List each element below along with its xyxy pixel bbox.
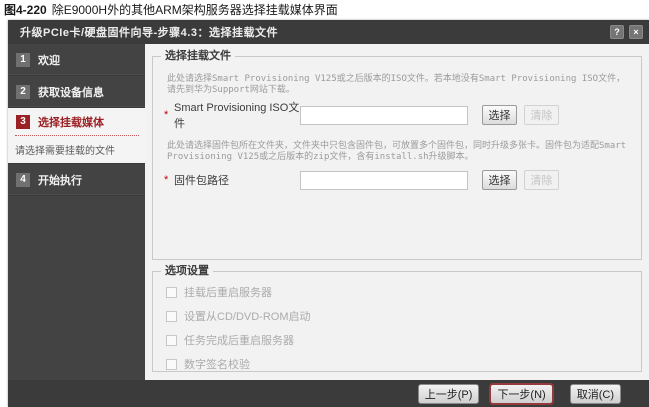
help-button[interactable]: ? [610,25,624,39]
figure-title: 除E9000H外的其他ARM架构服务器选择挂载媒体界面 [52,3,338,17]
checkbox-icon[interactable] [166,359,177,370]
next-button[interactable]: 下一步(N) [490,384,552,404]
file-select-group: 选择挂载文件 此处请选择Smart Provisioning V125或之后版本… [152,56,642,260]
step-label: 选择挂载媒体 [38,114,104,130]
checkbox-row-boot-from-cddvd: 设置从CD/DVD-ROM启动 [166,304,641,328]
step-dotted-divider [15,135,139,136]
step-label: 开始执行 [38,172,82,188]
checkbox-icon[interactable] [166,311,177,322]
page: 图4-220 除E9000H外的其他ARM架构服务器选择挂载媒体界面 升级PCIe… [0,0,649,407]
required-mark: * [164,174,174,186]
options-group-legend: 选项设置 [161,265,213,277]
firmware-path-input[interactable] [300,171,468,190]
prev-button[interactable]: 上一步(P) [418,384,480,404]
step-number-badge: 4 [16,173,30,187]
iso-clear-button[interactable]: 清除 [524,105,559,125]
figure-number: 图4-220 [4,3,47,17]
close-icon: × [633,27,638,37]
required-mark: * [164,109,174,121]
step-label: 欢迎 [38,52,60,68]
checkbox-label: 任务完成后重启服务器 [184,332,294,348]
checkbox-label: 设置从CD/DVD-ROM启动 [184,308,311,324]
checkbox-label: 挂载后重启服务器 [184,284,272,300]
firmware-clear-button[interactable]: 清除 [524,170,559,190]
checkbox-row-restart-after-task: 任务完成后重启服务器 [166,328,641,352]
firmware-path-field-row: * 固件包路径 选择 清除 [164,169,641,191]
help-icon: ? [614,27,620,37]
checkbox-icon[interactable] [166,287,177,298]
wizard-steps-sidebar: 1 欢迎 2 获取设备信息 3 选择挂载媒体 请选择需要挂载的文件 4 [8,44,145,380]
step-item-welcome: 1 欢迎 [8,44,145,76]
step-item-device-info: 2 获取设备信息 [8,76,145,108]
close-button[interactable]: × [629,25,643,39]
step-number-badge: 2 [16,85,30,99]
firmware-path-hint: 此处请选择固件包所在文件夹，文件夹中只包含固件包，可放置多个固件包，同时升级多张… [167,141,629,163]
dialog-window: 升级PCIe卡/硬盘固件向导-步骤4.3：选择挂载文件 ? × 1 欢迎 2 获… [8,20,649,407]
file-select-group-legend: 选择挂载文件 [161,50,235,62]
checkbox-row-signature-verify: 数字签名校验 [166,352,641,376]
figure-caption: 图4-220 除E9000H外的其他ARM架构服务器选择挂载媒体界面 [4,1,338,18]
firmware-path-label: 固件包路径 [174,172,300,188]
options-group: 选项设置 挂载后重启服务器 设置从CD/DVD-ROM启动 任务完成后重启服务器 [152,271,642,372]
dialog-title: 升级PCIe卡/硬盘固件向导-步骤4.3：选择挂载文件 [20,24,605,40]
dialog-footer: 上一步(P) 下一步(N) 取消(C) [8,380,649,407]
cancel-button[interactable]: 取消(C) [570,384,621,404]
checkbox-label: 数字签名校验 [184,356,250,372]
step-number-badge: 3 [16,115,30,129]
step-item-select-media-active: 3 选择挂载媒体 请选择需要挂载的文件 [8,108,145,164]
dialog-titlebar: 升级PCIe卡/硬盘固件向导-步骤4.3：选择挂载文件 ? × [8,20,649,44]
step-item-execute: 4 开始执行 [8,164,145,196]
iso-file-hint: 此处请选择Smart Provisioning V125或之后版本的ISO文件。… [167,74,629,96]
firmware-select-button[interactable]: 选择 [482,170,517,190]
checkbox-icon[interactable] [166,335,177,346]
wizard-content: 选择挂载文件 此处请选择Smart Provisioning V125或之后版本… [145,44,649,380]
step-label: 获取设备信息 [38,84,104,100]
iso-file-label: Smart Provisioning ISO文件 [174,99,300,131]
step-number-badge: 1 [16,53,30,67]
step-subtitle: 请选择需要挂载的文件 [8,140,145,158]
iso-file-field-row: * Smart Provisioning ISO文件 选择 清除 [164,104,641,126]
iso-select-button[interactable]: 选择 [482,105,517,125]
dialog-body: 1 欢迎 2 获取设备信息 3 选择挂载媒体 请选择需要挂载的文件 4 [8,44,649,380]
checkbox-row-restart-after-mount: 挂载后重启服务器 [166,280,641,304]
iso-file-input[interactable] [300,106,468,125]
